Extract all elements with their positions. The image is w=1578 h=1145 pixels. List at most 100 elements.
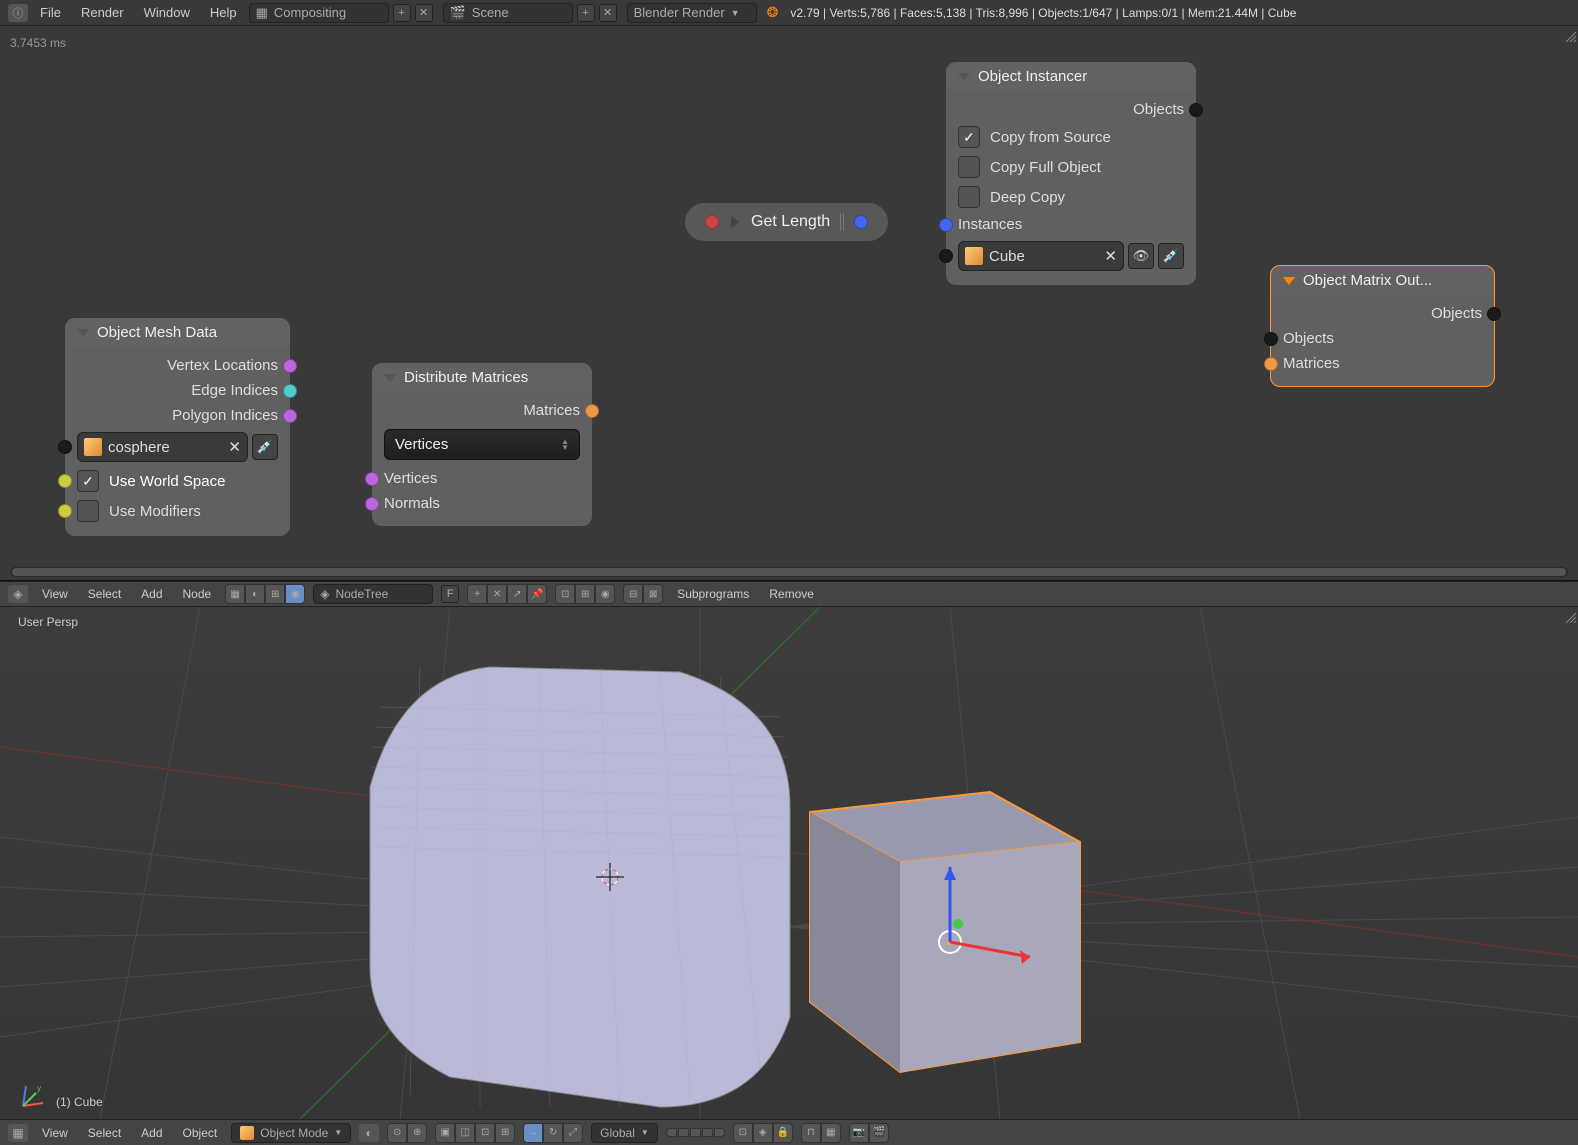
h-scrollbar[interactable] (10, 567, 1568, 577)
socket-in-object[interactable] (58, 440, 72, 454)
checkbox-copy-full[interactable] (958, 156, 980, 178)
socket-in-normals[interactable] (365, 497, 379, 511)
pivot-2[interactable]: ⊕ (407, 1123, 427, 1143)
checkbox-world-space[interactable] (77, 470, 99, 492)
opt-use-modifiers[interactable]: Use Modifiers (77, 496, 278, 526)
engine-dropdown[interactable]: Blender Render ▼ (627, 3, 757, 23)
socket-in-matrices[interactable] (1264, 357, 1278, 371)
clear-icon[interactable]: ✕ (228, 438, 241, 456)
manip-scale[interactable]: ⤢ (563, 1123, 583, 1143)
opt-world-space[interactable]: Use World Space (77, 466, 278, 496)
layer-grid[interactable] (666, 1128, 725, 1137)
menu-add[interactable]: Add (135, 1124, 168, 1142)
rb-1[interactable]: 📷 (849, 1123, 869, 1143)
shading-btn[interactable]: ◐ (359, 1124, 379, 1142)
mb-3[interactable]: 🔒 (773, 1123, 793, 1143)
scene-del-btn[interactable]: ✕ (599, 4, 617, 22)
layout-del-btn[interactable]: ✕ (415, 4, 433, 22)
nodetree-dropdown[interactable]: ◈ NodeTree (313, 584, 433, 604)
menu-view[interactable]: View (36, 1124, 74, 1142)
split-handle-tr[interactable] (1562, 28, 1576, 42)
nodetree-type-4[interactable]: ◉ (285, 584, 305, 604)
menu-help[interactable]: Help (202, 2, 245, 23)
eb-1[interactable]: ⊡ (555, 584, 575, 604)
mode-dropdown[interactable]: Object Mode ▼ (231, 1123, 351, 1143)
layout-dropdown[interactable]: ▦ Compositing (249, 3, 389, 23)
lb-1[interactable]: ▣ (435, 1123, 455, 1143)
remove-menu[interactable]: Remove (763, 585, 820, 603)
eb-5[interactable]: ⊠ (643, 584, 663, 604)
socket-out-objects[interactable] (1487, 307, 1501, 321)
menu-render[interactable]: Render (73, 2, 132, 23)
collapse-icon[interactable] (731, 216, 739, 228)
nt-btn-4[interactable]: 📌 (527, 584, 547, 604)
scene-dropdown[interactable]: 🎬 Scene (443, 3, 573, 23)
checkbox-use-modifiers[interactable] (77, 500, 99, 522)
collapse-icon[interactable] (1283, 277, 1295, 285)
lb-2[interactable]: ◫ (455, 1123, 475, 1143)
node-get-length[interactable]: Get Length (685, 203, 888, 241)
manip-move[interactable]: ↔ (523, 1123, 543, 1143)
node-object-matrix-output[interactable]: Object Matrix Out... Objects Objects Mat… (1270, 265, 1495, 387)
menu-select[interactable]: Select (82, 585, 127, 603)
menu-view[interactable]: View (36, 585, 74, 603)
checkbox-copy-source[interactable] (958, 126, 980, 148)
nodetree-type-3[interactable]: ⊞ (265, 584, 285, 604)
node-editor[interactable]: 3.7453 ms Object Mesh Data Vertex Locati… (0, 26, 1578, 581)
socket-in-instances[interactable] (939, 218, 953, 232)
node-object-mesh-data[interactable]: Object Mesh Data Vertex Locations Edge I… (65, 318, 290, 536)
info-icon[interactable]: ⓘ (8, 4, 28, 22)
grip-icon[interactable] (840, 213, 844, 231)
eb-3[interactable]: ◉ (595, 584, 615, 604)
nt-btn-2[interactable]: ✕ (487, 584, 507, 604)
obj-name[interactable]: Cube (989, 248, 1098, 265)
menu-select[interactable]: Select (82, 1124, 127, 1142)
socket-in-mod[interactable] (58, 504, 72, 518)
orientation-dropdown[interactable]: Global ▼ (591, 1123, 658, 1143)
nodetree-type-2[interactable]: ◐ (245, 584, 265, 604)
nt-btn-3[interactable]: ↗ (507, 584, 527, 604)
viewport-3d[interactable]: User Persp (0, 607, 1578, 1119)
node-header[interactable]: Object Matrix Out... (1271, 266, 1494, 295)
mode-dropdown[interactable]: Vertices ▲▼ (384, 429, 580, 460)
eb-4[interactable]: ⊟ (623, 584, 643, 604)
socket-out-edge-indices[interactable] (283, 384, 297, 398)
menu-object[interactable]: Object (177, 1124, 224, 1142)
rb-2[interactable]: 🎬 (869, 1123, 889, 1143)
opt-deep-copy[interactable]: Deep Copy (958, 182, 1184, 212)
node-header[interactable]: Object Mesh Data (65, 318, 290, 347)
editor-type-icon[interactable]: ◈ (8, 585, 28, 603)
socket-out-vertex-locations[interactable] (283, 359, 297, 373)
eyedropper-icon[interactable]: 💉 (1158, 243, 1184, 269)
sb-1[interactable]: ⊓ (801, 1123, 821, 1143)
sb-2[interactable]: ▦ (821, 1123, 841, 1143)
socket-out-matrices[interactable] (585, 404, 599, 418)
layout-add-btn[interactable]: + (393, 4, 411, 22)
checkbox-deep-copy[interactable] (958, 186, 980, 208)
socket-out-objects[interactable] (1189, 103, 1203, 117)
lb-3[interactable]: ⊡ (475, 1123, 495, 1143)
lb-4[interactable]: ⊞ (495, 1123, 515, 1143)
clear-icon[interactable]: ✕ (1104, 247, 1117, 265)
editor-type-icon[interactable]: ▦ (8, 1124, 28, 1142)
nodetree-type-1[interactable]: ▦ (225, 584, 245, 604)
subprograms-menu[interactable]: Subprograms (671, 585, 755, 603)
eye-icon[interactable]: 👁 (1128, 243, 1154, 269)
eb-2[interactable]: ⊞ (575, 584, 595, 604)
node-header[interactable]: Object Instancer (946, 62, 1196, 91)
collapse-icon[interactable] (77, 329, 89, 337)
menu-node[interactable]: Node (177, 585, 218, 603)
pivot-1[interactable]: ⊙ (387, 1123, 407, 1143)
opt-copy-full[interactable]: Copy Full Object (958, 152, 1184, 182)
collapse-icon[interactable] (958, 73, 970, 81)
nt-btn-1[interactable]: + (467, 584, 487, 604)
node-distribute-matrices[interactable]: Distribute Matrices Matrices Vertices ▲▼… (372, 363, 592, 526)
f-button[interactable]: F (441, 585, 459, 603)
manip-rot[interactable]: ↻ (543, 1123, 563, 1143)
socket-in-ws[interactable] (58, 474, 72, 488)
menu-window[interactable]: Window (136, 2, 198, 23)
scene-add-btn[interactable]: + (577, 4, 595, 22)
node-header[interactable]: Distribute Matrices (372, 363, 592, 392)
socket-in-length[interactable] (705, 215, 719, 229)
mb-1[interactable]: ⊡ (733, 1123, 753, 1143)
